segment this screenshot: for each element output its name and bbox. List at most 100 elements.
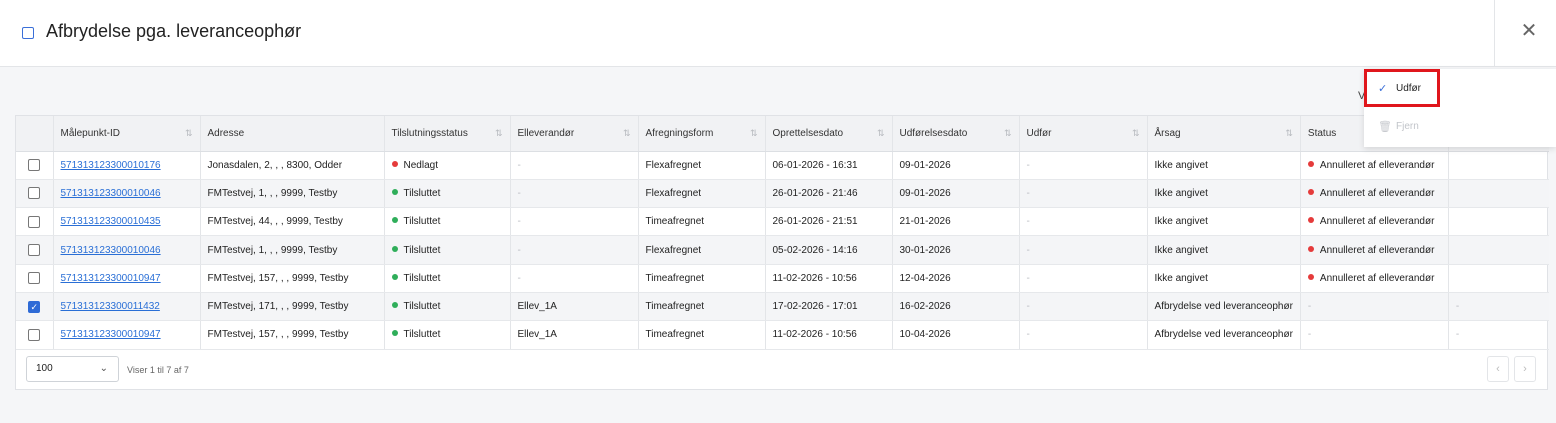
- status-text: Annulleret af elleverandør: [1319, 244, 1435, 256]
- remove-menu-item[interactable]: 🗑 Fjern: [1364, 109, 1556, 145]
- execute-cell: -: [1019, 151, 1148, 180]
- created-date-cell: 26-01-2026 - 21:51: [765, 207, 893, 237]
- column-header-udfoer[interactable]: Udfør ⇅: [1019, 116, 1148, 152]
- address-cell: FMTestvej, 1, , , 9999, Testby: [200, 235, 385, 265]
- table-row[interactable]: 571313123300010046 FMTestvej, 1, , , 9999…: [16, 235, 1549, 265]
- row-checkbox[interactable]: [28, 244, 41, 257]
- status-dot-icon: [391, 302, 398, 309]
- reason-cell: Ikke angivet: [1147, 151, 1301, 180]
- table-row[interactable]: 571313123300010046 FMTestvej, 1, , , 9999…: [16, 179, 1549, 209]
- created-date-cell: 26-01-2026 - 21:46: [765, 179, 893, 209]
- extra-cell: [1448, 235, 1549, 265]
- status-text: Annulleret af elleverandør: [1319, 187, 1435, 199]
- sort-icon[interactable]: ⇅: [1132, 128, 1140, 139]
- reason-cell: Afbrydelse ved leveranceophør: [1147, 292, 1301, 322]
- status-text: Annulleret af elleverandør: [1319, 159, 1435, 171]
- supplier-cell: -: [510, 235, 639, 265]
- execution-date-cell: 09-01-2026: [892, 151, 1020, 180]
- execute-cell: -: [1019, 179, 1148, 209]
- created-date-cell: 05-02-2026 - 14:16: [765, 235, 893, 265]
- table-footer: 100 ⌄ Viser 1 til 7 af 7 ‹ ›: [16, 352, 1549, 390]
- row-checkbox[interactable]: [28, 272, 41, 285]
- supplier-cell: -: [510, 264, 639, 293]
- column-header-udfoerelsesdato[interactable]: Udførelsesdato ⇅: [892, 116, 1020, 152]
- action-menu: ✓ Udfør 🗑 Fjern: [1364, 69, 1556, 147]
- execute-cell: -: [1019, 320, 1148, 350]
- settlement-cell: Timeafregnet: [638, 207, 766, 237]
- maalepunkt-cell: 571313123300010947: [53, 320, 201, 350]
- row-checkbox[interactable]: [28, 159, 41, 172]
- select-all-checkbox[interactable]: [22, 27, 34, 39]
- table-row[interactable]: 571313123300010947 FMTestvej, 157, , , 99…: [16, 264, 1549, 293]
- table-row[interactable]: 571313123300010947 FMTestvej, 157, , , 99…: [16, 320, 1549, 350]
- status-cell: Annulleret af elleverandør: [1300, 264, 1449, 293]
- table-row[interactable]: ✓ 571313123300011432 FMTestvej, 171, , , 9…: [16, 292, 1549, 322]
- maalepunkt-link[interactable]: 571313123300010046: [61, 245, 161, 256]
- status-dot-icon: [1307, 273, 1314, 280]
- column-header-elleverandoer[interactable]: Elleverandør ⇅: [510, 116, 639, 152]
- check-icon: ✓: [1378, 83, 1388, 95]
- execute-cell: -: [1019, 292, 1148, 322]
- status-cell: -: [1300, 320, 1449, 350]
- sort-icon[interactable]: ⇅: [750, 128, 758, 139]
- column-header-maalepunkt[interactable]: Målepunkt-ID ⇅: [53, 116, 201, 152]
- reason-cell: Ikke angivet: [1147, 264, 1301, 293]
- table-row[interactable]: 571313123300010435 FMTestvej, 44, , , 999…: [16, 207, 1549, 237]
- status-cell: -: [1300, 292, 1449, 322]
- execution-date-cell: 30-01-2026: [892, 235, 1020, 265]
- extra-cell: [1448, 207, 1549, 237]
- status-text: Annulleret af elleverandør: [1319, 216, 1435, 228]
- column-header-aarsag[interactable]: Årsag ⇅: [1147, 116, 1301, 152]
- status-cell: Annulleret af elleverandør: [1300, 179, 1449, 209]
- status-dot-icon: [1307, 160, 1314, 167]
- close-icon[interactable]: ✕: [1516, 18, 1542, 44]
- pagination-info: Viser 1 til 7 af 7: [127, 365, 189, 375]
- status-text: -: [1307, 329, 1312, 341]
- maalepunkt-link[interactable]: 571313123300010435: [61, 216, 161, 227]
- maalepunkt-link[interactable]: 571313123300010947: [61, 273, 161, 284]
- created-date-cell: 17-02-2026 - 17:01: [765, 292, 893, 322]
- sort-icon[interactable]: ⇅: [1004, 128, 1012, 139]
- reason-cell: Afbrydelse ved leveranceophør: [1147, 320, 1301, 350]
- status-text: -: [1307, 301, 1312, 313]
- reason-cell: Ikke angivet: [1147, 235, 1301, 265]
- row-checkbox[interactable]: [28, 187, 41, 200]
- next-page-button[interactable]: ›: [1514, 356, 1536, 382]
- supplier-cell: -: [510, 207, 639, 237]
- status-dot-icon: [391, 330, 398, 337]
- column-header-afregningsform[interactable]: Afregningsform ⇅: [638, 116, 766, 152]
- execution-date-cell: 16-02-2026: [892, 292, 1020, 322]
- prev-page-button[interactable]: ‹: [1487, 356, 1509, 382]
- column-header-oprettelsesdato[interactable]: Oprettelsesdato ⇅: [765, 116, 893, 152]
- maalepunkt-link[interactable]: 571313123300010947: [61, 329, 161, 340]
- address-cell: FMTestvej, 44, , , 9999, Testby: [200, 207, 385, 237]
- connection-status-text: Tilsluttet: [403, 329, 441, 341]
- sort-icon[interactable]: ⇅: [623, 128, 631, 139]
- extra-cell: [1448, 264, 1549, 293]
- extra-cell: [1448, 179, 1549, 209]
- sort-icon[interactable]: ⇅: [1285, 128, 1293, 139]
- column-header-tilslutningsstatus[interactable]: Tilslutningsstatus ⇅: [384, 116, 511, 152]
- execute-cell: -: [1019, 235, 1148, 265]
- trash-icon: 🗑: [1378, 121, 1392, 133]
- dialog-title: Afbrydelse pga. leveranceophør: [46, 21, 302, 41]
- page-size-select[interactable]: 100 ⌄: [26, 356, 119, 382]
- page-size-value: 100: [36, 363, 53, 374]
- row-checkbox[interactable]: ✓: [28, 300, 41, 313]
- settlement-cell: Timeafregnet: [638, 292, 766, 322]
- status-dot-icon: [1307, 245, 1314, 252]
- execute-menu-item[interactable]: ✓ Udfør: [1364, 71, 1556, 107]
- column-header-adresse[interactable]: Adresse: [200, 116, 385, 152]
- connection-status-text: Nedlagt: [403, 159, 438, 171]
- sort-icon[interactable]: ⇅: [185, 128, 193, 139]
- status-dot-icon: [391, 160, 398, 167]
- maalepunkt-link[interactable]: 571313123300010046: [61, 188, 161, 199]
- table-row[interactable]: 571313123300010176 Jonasdalen, 2, , , 830…: [16, 151, 1549, 180]
- row-checkbox[interactable]: [28, 328, 41, 341]
- maalepunkt-link[interactable]: 571313123300010176: [61, 160, 161, 171]
- maalepunkt-cell: 571313123300010435: [53, 207, 201, 237]
- sort-icon[interactable]: ⇅: [877, 128, 885, 139]
- row-checkbox[interactable]: [28, 215, 41, 228]
- sort-icon[interactable]: ⇅: [495, 128, 503, 139]
- maalepunkt-link[interactable]: 571313123300011432: [61, 301, 160, 312]
